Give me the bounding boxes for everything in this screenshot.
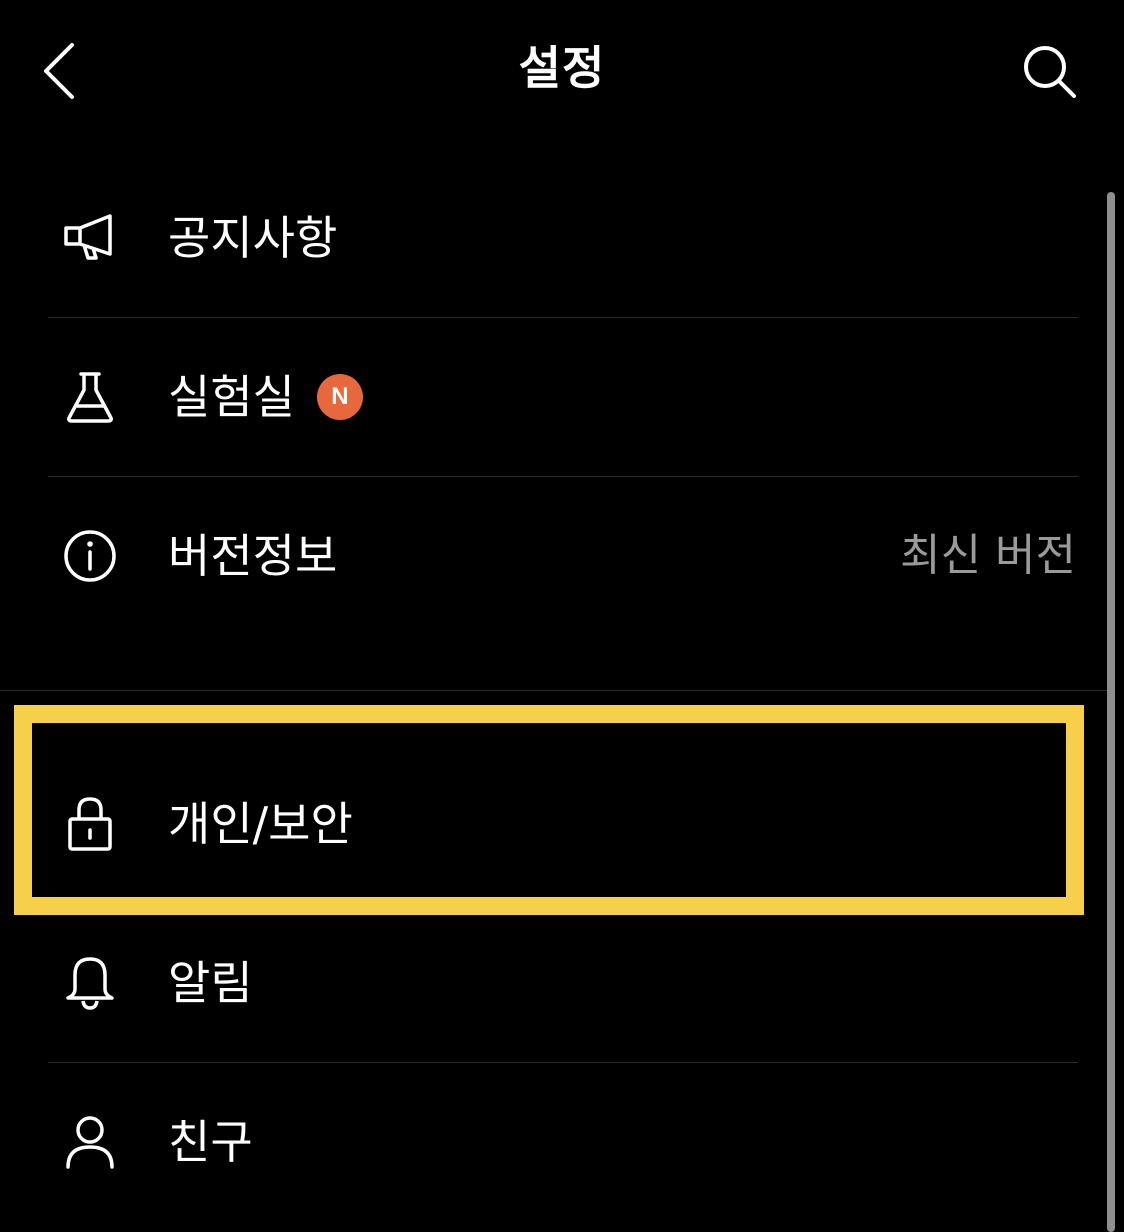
menu-item-privacy-security[interactable]: 개인/보안 — [48, 745, 1078, 903]
menu-item-lab[interactable]: 실험실 N — [48, 318, 1078, 476]
new-badge: N — [316, 374, 363, 420]
section-divider — [0, 690, 1110, 691]
menu-item-label: 개인/보안 — [168, 797, 353, 851]
settings-list: 공지사항 실험실 N 버전정보 최신 버전 개인/보안 알림 친구 — [0, 0, 1124, 1217]
menu-item-label: 알림 — [168, 956, 253, 1010]
info-icon — [60, 526, 120, 586]
lock-icon — [60, 794, 120, 854]
menu-item-label: 실험실 — [168, 370, 295, 424]
flask-icon — [60, 367, 120, 427]
menu-item-label: 친구 — [168, 1115, 253, 1169]
bell-icon — [60, 953, 120, 1013]
scrollbar[interactable] — [1107, 192, 1115, 1232]
menu-item-label: 공지사항 — [168, 211, 338, 265]
menu-item-friends[interactable]: 친구 — [48, 1063, 1078, 1221]
megaphone-icon — [60, 208, 120, 268]
menu-item-label-group: 실험실 N — [168, 367, 363, 427]
menu-item-label: 버전정보 — [168, 529, 338, 583]
menu-item-notice[interactable]: 공지사항 — [48, 159, 1078, 317]
person-icon — [60, 1112, 120, 1172]
menu-item-version[interactable]: 버전정보 최신 버전 — [48, 477, 1078, 635]
version-status: 최신 버전 — [900, 530, 1076, 581]
menu-item-notification[interactable]: 알림 — [48, 904, 1078, 1062]
